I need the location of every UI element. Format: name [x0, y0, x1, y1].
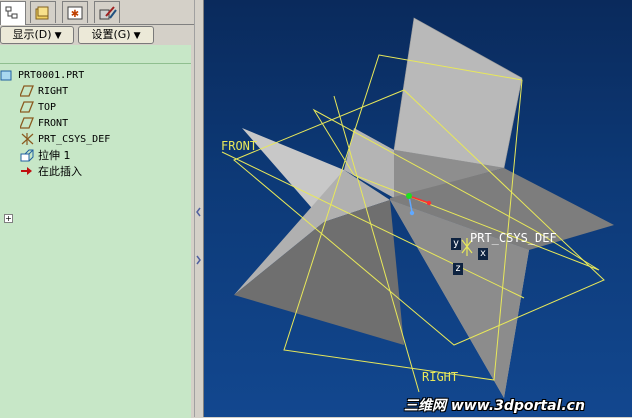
extrude-icon — [20, 149, 34, 162]
model-geometry — [221, 17, 614, 398]
star-top-face — [394, 18, 522, 168]
csys-label[interactable]: PRT_CSYS_DEF — [470, 231, 557, 245]
tree-icon — [5, 6, 18, 19]
axis-z-label: z — [453, 263, 464, 275]
expand-toggle[interactable]: + — [4, 214, 13, 223]
navigator-panel: ✱ 显示(D) ▼ 设置(G) ▼ PRT0001.PRT RIGHT TOP … — [0, 0, 194, 418]
tree-item-label: TOP — [38, 102, 57, 113]
tools-icon — [99, 6, 117, 20]
show-dropdown-label: 显示(D) — [12, 28, 52, 41]
triad-x-end — [426, 200, 432, 206]
panel-splitter[interactable] — [194, 0, 204, 417]
star-icon: ✱ — [67, 6, 83, 20]
connections-tab[interactable] — [94, 1, 120, 23]
chevron-down-icon: ▼ — [54, 31, 62, 41]
axis-y-label: y — [451, 238, 462, 250]
triad-z-end — [409, 210, 415, 216]
folder-icon — [35, 6, 49, 20]
axis-x-label: x — [478, 248, 489, 260]
tree-item-label: FRONT — [38, 118, 69, 129]
model-tree: PRT0001.PRT RIGHT TOP FRONT PRT_CSYS_DEF — [0, 63, 191, 418]
folder-browser-tab[interactable] — [30, 1, 56, 23]
favorites-tab[interactable]: ✱ — [62, 1, 88, 23]
tree-item-label: PRT0001.PRT — [18, 70, 85, 81]
tree-item-label: PRT_CSYS_DEF — [38, 134, 111, 145]
datum-plane-icon — [20, 85, 34, 97]
insert-here-arrow-icon — [21, 167, 32, 175]
collapse-left-icon[interactable] — [196, 205, 202, 219]
coordinate-system-icon — [21, 133, 34, 145]
chevron-down-icon: ▼ — [133, 31, 141, 41]
svg-text:✱: ✱ — [71, 9, 79, 20]
expand-right-icon[interactable] — [196, 253, 202, 267]
part-icon — [0, 70, 12, 81]
triad-origin — [406, 193, 412, 199]
datum-plane-icon — [20, 101, 34, 113]
settings-dropdown-label: 设置(G) — [91, 28, 131, 41]
tree-item-label: 在此插入 — [38, 165, 82, 178]
show-dropdown-button[interactable]: 显示(D) ▼ — [0, 26, 74, 44]
tree-item-label: 拉伸 1 — [38, 149, 71, 162]
graphics-viewport[interactable]: FRONT RIGHT PRT_CSYS_DEF y x z — [204, 0, 632, 417]
tree-item-label: RIGHT — [38, 86, 69, 97]
navigator-tab-strip: ✱ — [0, 0, 194, 25]
tree-header-gap — [0, 45, 191, 63]
model-tree-tab[interactable] — [0, 1, 26, 25]
datum-label-front[interactable]: FRONT — [221, 139, 257, 153]
datum-plane-icon — [20, 117, 34, 129]
navigator-toolbar: 显示(D) ▼ 设置(G) ▼ — [0, 25, 194, 45]
datum-label-right[interactable]: RIGHT — [422, 370, 458, 384]
watermark: 三维网 www.3dportal.cn — [404, 398, 585, 414]
settings-dropdown-button[interactable]: 设置(G) ▼ — [78, 26, 154, 44]
